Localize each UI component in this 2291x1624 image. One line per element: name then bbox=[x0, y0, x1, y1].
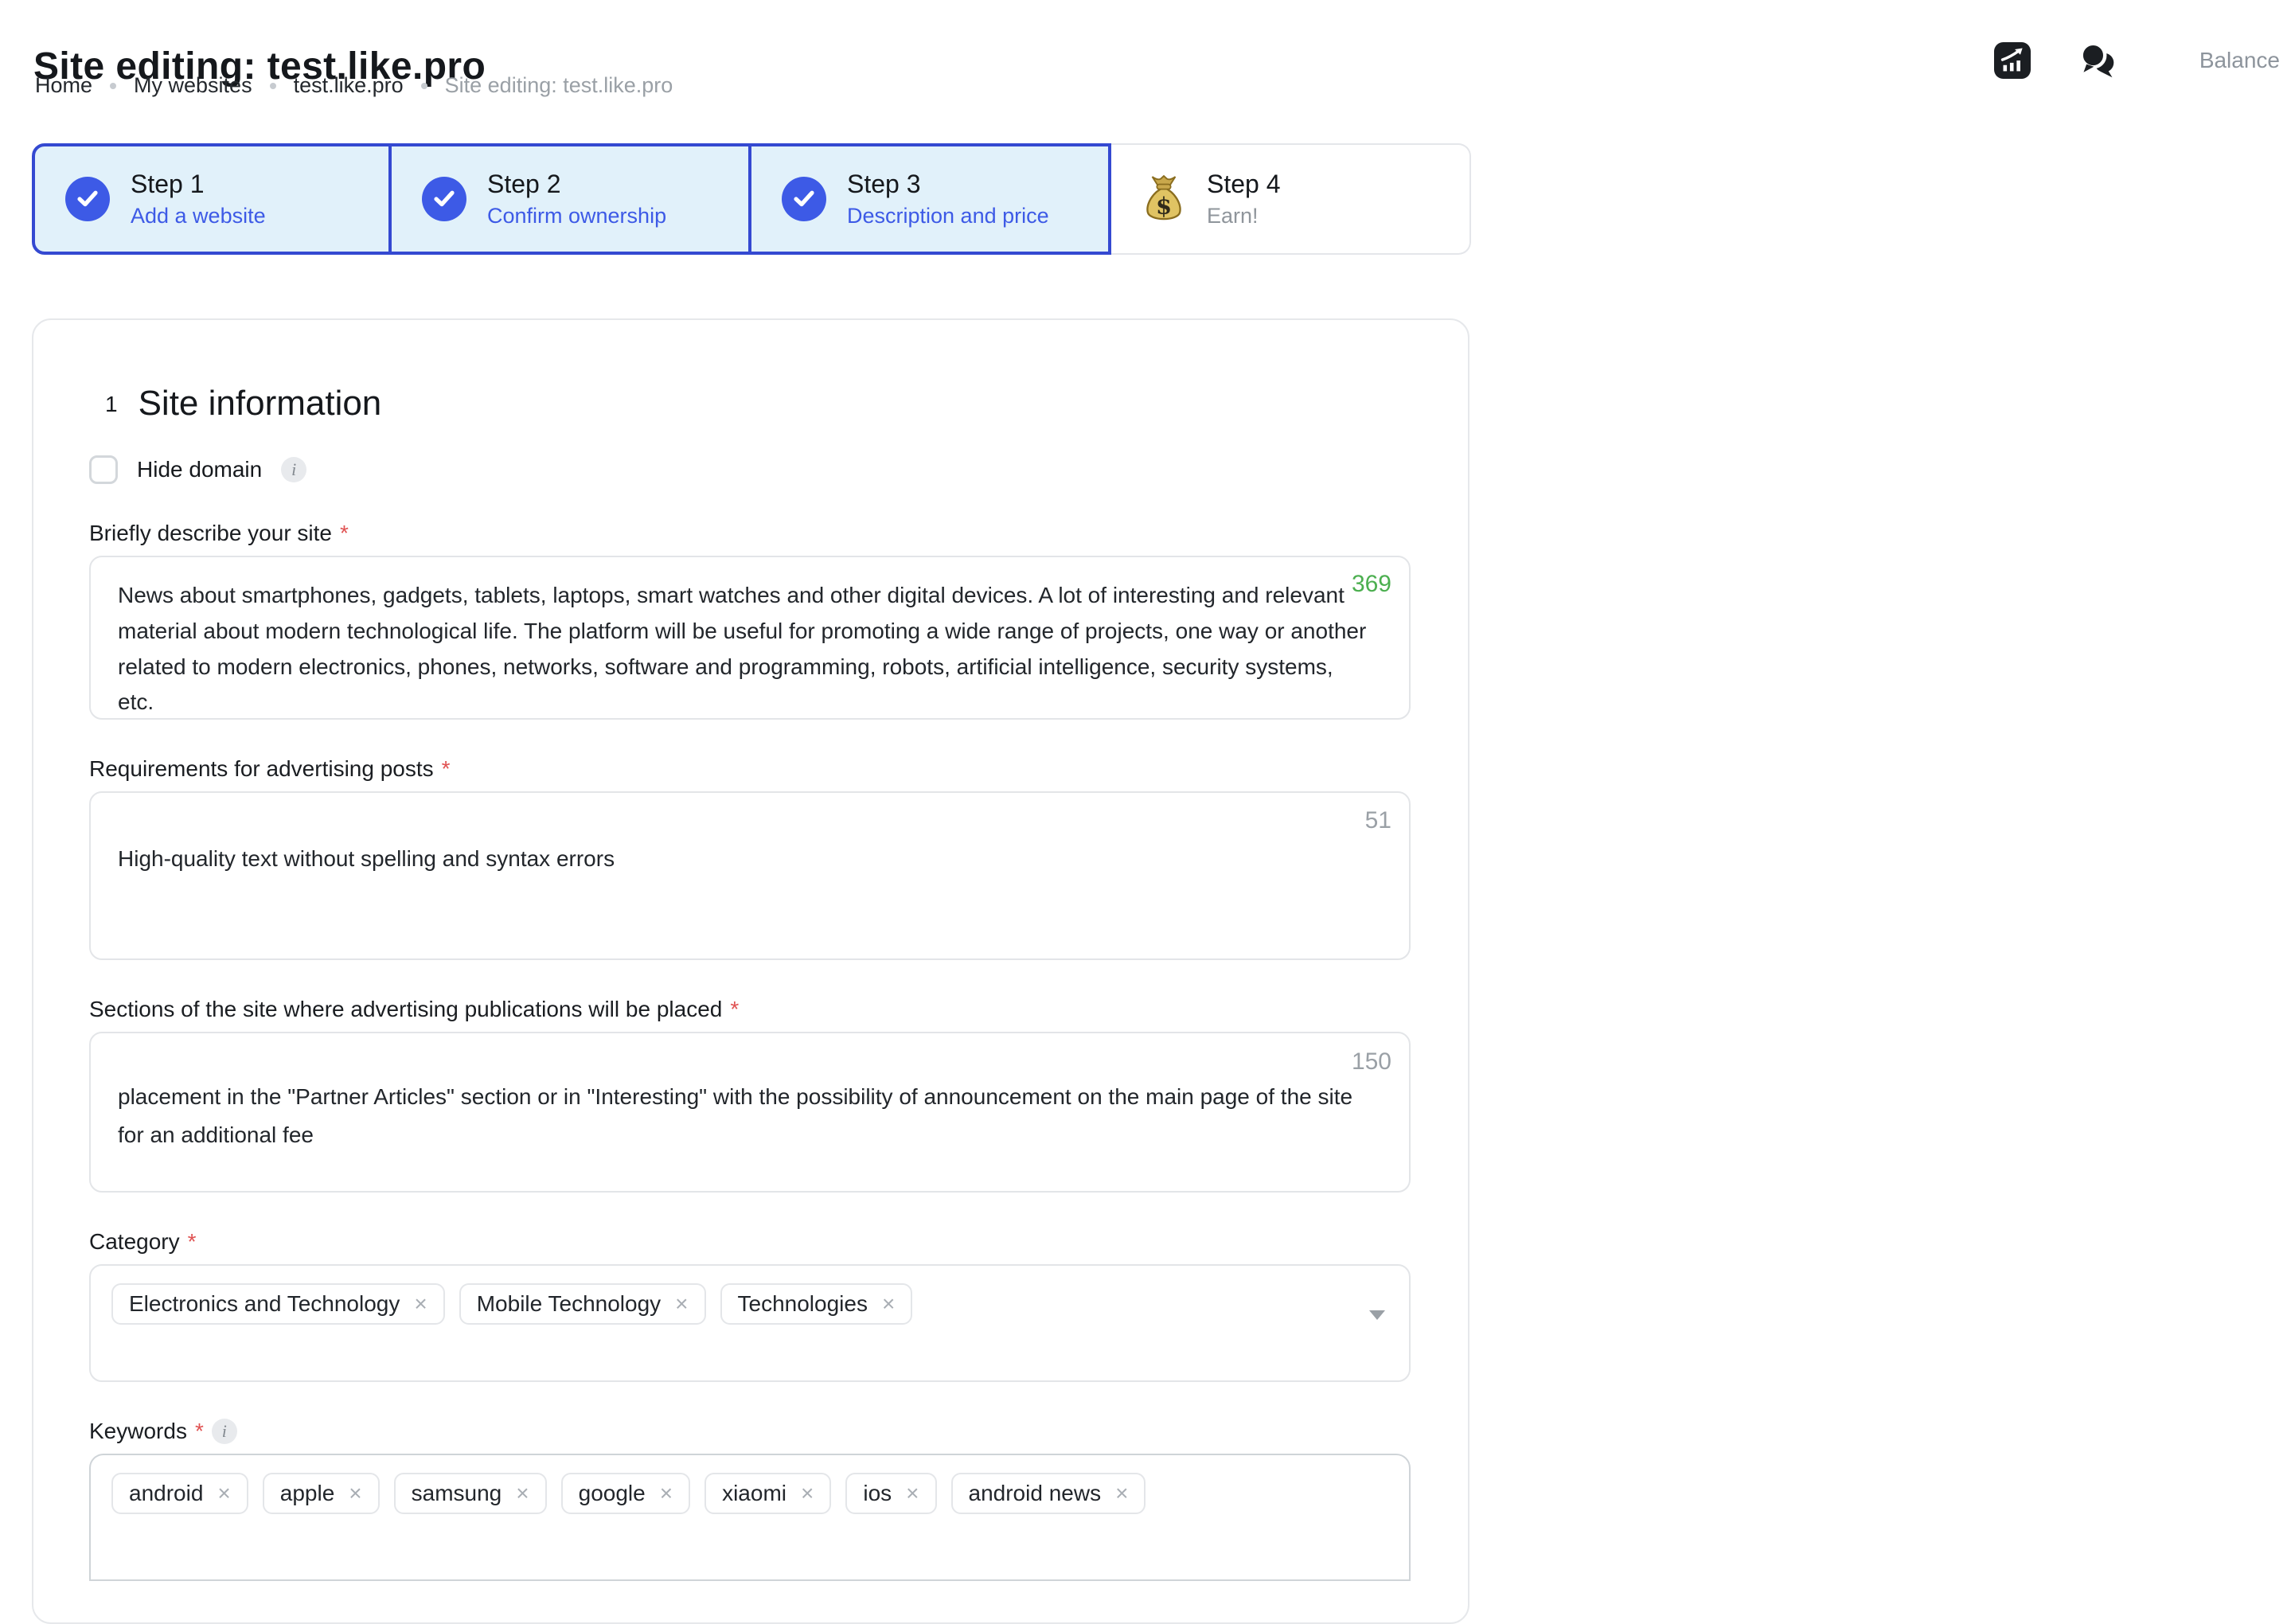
remove-tag-icon[interactable]: × bbox=[217, 1482, 230, 1505]
step-2-confirm-ownership[interactable]: Step 2 Confirm ownership bbox=[392, 143, 751, 255]
keyword-tag-label: ios bbox=[863, 1481, 892, 1506]
section-number: 1 bbox=[105, 392, 118, 417]
keyword-tag-label: android bbox=[129, 1481, 203, 1506]
requirements-label: Requirements for advertising posts* bbox=[89, 756, 1411, 782]
hide-domain-label: Hide domain bbox=[137, 457, 262, 482]
breadcrumb-separator-icon bbox=[421, 83, 427, 89]
check-circle-icon bbox=[422, 177, 466, 221]
char-counter: 150 bbox=[1352, 1043, 1391, 1081]
money-bag-icon: $ bbox=[1142, 174, 1186, 224]
keywords-input[interactable]: android × apple × samsung × google × xia… bbox=[89, 1454, 1411, 1581]
remove-tag-icon[interactable]: × bbox=[516, 1482, 529, 1505]
site-information-card: 1 Site information Hide domain i Briefly… bbox=[32, 318, 1469, 1624]
remove-tag-icon[interactable]: × bbox=[906, 1482, 919, 1505]
step-1-add-website[interactable]: Step 1 Add a website bbox=[32, 143, 392, 255]
keyword-tag-label: samsung bbox=[412, 1481, 502, 1506]
keyword-tag: android × bbox=[111, 1473, 248, 1514]
header-actions: Balance bbox=[1994, 41, 2280, 80]
step-title: Step 4 bbox=[1207, 170, 1281, 199]
char-counter: 369 bbox=[1352, 567, 1391, 603]
required-asterisk: * bbox=[188, 1229, 197, 1255]
info-icon[interactable]: i bbox=[212, 1419, 237, 1444]
chevron-down-icon[interactable] bbox=[1369, 1310, 1385, 1320]
step-subtitle: Confirm ownership bbox=[487, 204, 666, 228]
requirements-value: High-quality text without spelling and s… bbox=[118, 841, 1384, 877]
keyword-tag-label: xiaomi bbox=[722, 1481, 786, 1506]
svg-text:$: $ bbox=[1156, 192, 1172, 219]
remove-tag-icon[interactable]: × bbox=[801, 1482, 814, 1505]
keyword-tag: ios × bbox=[845, 1473, 936, 1514]
step-title: Step 3 bbox=[847, 170, 1049, 199]
keyword-tag: samsung × bbox=[394, 1473, 547, 1514]
required-asterisk: * bbox=[340, 521, 349, 546]
remove-tag-icon[interactable]: × bbox=[675, 1293, 688, 1315]
info-icon[interactable]: i bbox=[281, 457, 306, 482]
steps-bar: Step 1 Add a website Step 2 Confirm owne… bbox=[32, 143, 1471, 255]
breadcrumb-separator-icon bbox=[270, 83, 276, 89]
required-asterisk: * bbox=[730, 997, 739, 1022]
step-4-earn[interactable]: $ Step 4 Earn! bbox=[1111, 143, 1471, 255]
remove-tag-icon[interactable]: × bbox=[1115, 1482, 1128, 1505]
hide-domain-checkbox[interactable] bbox=[89, 455, 118, 484]
category-tag: Technologies × bbox=[720, 1283, 913, 1325]
required-asterisk: * bbox=[442, 756, 451, 782]
hide-domain-row: Hide domain i bbox=[89, 455, 1411, 484]
remove-tag-icon[interactable]: × bbox=[349, 1482, 361, 1505]
check-circle-icon bbox=[65, 177, 110, 221]
keywords-label: Keywords* i bbox=[89, 1419, 1411, 1444]
section-header: 1 Site information bbox=[105, 384, 1411, 424]
describe-label: Briefly describe your site* bbox=[89, 521, 1411, 546]
step-subtitle: Description and price bbox=[847, 204, 1049, 228]
step-subtitle: Earn! bbox=[1207, 204, 1281, 228]
sections-textarea[interactable]: 150 placement in the "Partner Articles" … bbox=[89, 1032, 1411, 1193]
chat-messages-icon[interactable] bbox=[2078, 41, 2117, 80]
step-title: Step 1 bbox=[131, 170, 266, 199]
breadcrumb-site[interactable]: test.like.pro bbox=[294, 73, 404, 98]
section-title: Site information bbox=[139, 384, 382, 424]
analytics-chart-icon[interactable] bbox=[1994, 42, 2031, 79]
keyword-tag-label: google bbox=[579, 1481, 646, 1506]
category-tag: Electronics and Technology × bbox=[111, 1283, 445, 1325]
remove-tag-icon[interactable]: × bbox=[882, 1293, 895, 1315]
check-circle-icon bbox=[782, 177, 826, 221]
keyword-tag-label: apple bbox=[280, 1481, 335, 1506]
char-counter: 51 bbox=[1365, 802, 1391, 839]
balance-label[interactable]: Balance bbox=[2199, 48, 2280, 73]
keyword-tag: xiaomi × bbox=[704, 1473, 831, 1514]
keyword-tag-label: android news bbox=[969, 1481, 1102, 1506]
remove-tag-icon[interactable]: × bbox=[660, 1482, 673, 1505]
keyword-tag: google × bbox=[561, 1473, 690, 1514]
required-asterisk: * bbox=[195, 1419, 204, 1444]
category-tag: Mobile Technology × bbox=[459, 1283, 706, 1325]
describe-textarea[interactable]: 369 News about smartphones, gadgets, tab… bbox=[89, 556, 1411, 720]
sections-value: placement in the "Partner Articles" sect… bbox=[118, 1078, 1377, 1154]
category-tag-label: Technologies bbox=[738, 1291, 868, 1317]
remove-tag-icon[interactable]: × bbox=[414, 1293, 427, 1315]
breadcrumb-current: Site editing: test.like.pro bbox=[445, 73, 673, 98]
breadcrumb: Home My websites test.like.pro Site edit… bbox=[35, 73, 673, 98]
category-tag-label: Electronics and Technology bbox=[129, 1291, 400, 1317]
keyword-tag: apple × bbox=[263, 1473, 380, 1514]
breadcrumb-separator-icon bbox=[110, 83, 116, 89]
keyword-tag: android news × bbox=[951, 1473, 1146, 1514]
step-3-description-price[interactable]: Step 3 Description and price bbox=[751, 143, 1111, 255]
step-subtitle: Add a website bbox=[131, 204, 266, 228]
sections-label: Sections of the site where advertising p… bbox=[89, 997, 1411, 1022]
category-tag-label: Mobile Technology bbox=[477, 1291, 661, 1317]
step-title: Step 2 bbox=[487, 170, 666, 199]
category-label: Category* bbox=[89, 1229, 1411, 1255]
requirements-textarea[interactable]: 51 High-quality text without spelling an… bbox=[89, 791, 1411, 960]
breadcrumb-home[interactable]: Home bbox=[35, 73, 92, 98]
breadcrumb-my-websites[interactable]: My websites bbox=[134, 73, 252, 98]
category-select[interactable]: Electronics and Technology × Mobile Tech… bbox=[89, 1264, 1411, 1382]
describe-value: News about smartphones, gadgets, tablets… bbox=[118, 578, 1368, 720]
